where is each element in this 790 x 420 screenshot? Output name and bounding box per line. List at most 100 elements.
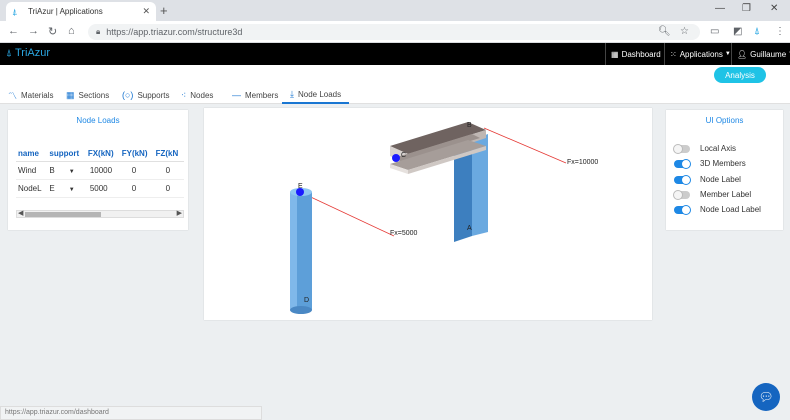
toggle-switch[interactable] <box>674 204 691 215</box>
node-label-d: D <box>304 297 309 304</box>
chat-button[interactable]: 💬︎ <box>752 383 780 411</box>
caret-down-icon[interactable]: ▼ <box>69 187 75 193</box>
toggle-switch[interactable] <box>673 143 690 154</box>
minimize-icon[interactable]: — <box>715 3 725 14</box>
home-icon[interactable]: ⌂ <box>68 25 75 37</box>
nav-user[interactable]: 👤︎ Guillaume ▼ <box>731 43 790 65</box>
nav-applications-label: Applications <box>679 49 723 59</box>
toggle-switch[interactable] <box>674 158 691 169</box>
browser-tab[interactable]: ⍋ TriAzur | Applications ✕ <box>6 2 156 21</box>
node-label-e: E <box>298 183 303 190</box>
address-bar[interactable]: 🔒︎ https://app.triazur.com/structure3d 🔍… <box>88 24 700 40</box>
address-url: https://app.triazur.com/structure3d <box>106 27 242 37</box>
caret-down-icon: ▼ <box>724 51 731 57</box>
table-row: NodeL E ▼ 5000 0 0 <box>16 179 184 198</box>
tab-label: Materials <box>21 90 54 100</box>
cell-fx[interactable]: 5000 <box>85 179 120 198</box>
cast-icon[interactable]: ▭ <box>710 26 719 37</box>
forward-icon[interactable]: → <box>28 25 39 37</box>
app-navbar: ⍋ TriAzur ▦ Dashboard ⁙ Applications ▼ 👤… <box>0 43 790 65</box>
chart-line-icon: 〽 <box>8 90 18 101</box>
option-label: Member Label <box>700 190 752 199</box>
nav-applications[interactable]: ⁙ Applications ▼ <box>664 43 736 65</box>
option-node-label[interactable]: Node Label <box>674 174 741 185</box>
analysis-button[interactable]: Analysis <box>714 67 766 83</box>
browser-toolbar: ← → ↻ ⌂ 🔒︎ https://app.triazur.com/struc… <box>0 21 790 43</box>
new-tab-icon[interactable]: + <box>160 3 168 18</box>
puzzle-icon[interactable]: ◩ <box>733 26 742 37</box>
cell-support[interactable]: B ▼ <box>47 161 86 180</box>
node-label-c: C <box>401 152 406 159</box>
menu-kebab-icon[interactable]: ⋮ <box>775 26 785 37</box>
nav-user-label: Guillaume <box>750 49 787 59</box>
scroll-left-icon[interactable]: ◀ <box>18 209 23 217</box>
node-label-b: B <box>467 122 472 129</box>
tab-sections[interactable]: ▦ Sections <box>66 86 109 104</box>
tab-nodes[interactable]: ⁖ Nodes <box>181 86 213 104</box>
tab-materials[interactable]: 〽 Materials <box>8 86 53 104</box>
window-close-icon[interactable]: ✕ <box>770 3 778 14</box>
grid-icon: ▦ <box>66 89 75 100</box>
cell-fz[interactable]: 0 <box>153 179 184 198</box>
triazur-extension-icon[interactable]: ⍋ <box>754 26 760 37</box>
browser-tab-title: TriAzur | Applications <box>28 7 103 16</box>
option-label: 3D Members <box>700 159 746 168</box>
nav-dashboard[interactable]: ▦ Dashboard <box>605 43 666 65</box>
zoom-icon[interactable]: 🔍︎ <box>658 26 671 37</box>
tab-node-loads[interactable]: ⤓ Node Loads <box>282 86 350 104</box>
column-header[interactable]: name <box>16 146 48 162</box>
3d-viewport[interactable]: B A C E D Fx=10000 Fx=5000 <box>204 108 652 320</box>
table-row: Wind B ▼ 10000 0 0 <box>16 161 184 180</box>
member-de-cylinder[interactable] <box>290 188 312 314</box>
scrollbar-thumb[interactable] <box>25 212 101 217</box>
minus-icon: — <box>232 90 241 100</box>
cell-fx[interactable]: 10000 <box>85 161 120 180</box>
column-header[interactable]: FY(kN) <box>119 146 154 162</box>
node-label-a: A <box>467 225 472 232</box>
back-icon[interactable]: ← <box>8 25 19 37</box>
close-tab-icon[interactable]: ✕ <box>142 6 150 17</box>
horizontal-scrollbar[interactable]: ◀ ▶ <box>16 210 184 218</box>
structure-3d-scene[interactable]: B A C E D Fx=10000 Fx=5000 <box>204 108 652 320</box>
cell-fz[interactable]: 0 <box>153 161 184 180</box>
nav-dashboard-label: Dashboard <box>621 49 661 59</box>
column-header[interactable]: support <box>47 146 86 162</box>
status-bar-url: https://app.triazur.com/dashboard <box>0 406 262 420</box>
cell-fy[interactable]: 0 <box>119 161 154 180</box>
node-loads-table: name support FX(kN) FY(kN) FZ(kN Wind B ▼… <box>16 146 184 198</box>
tab-label: Supports <box>137 90 170 100</box>
tab-label: Nodes <box>190 90 214 100</box>
url-path: /structure3d <box>194 27 243 37</box>
maximize-icon[interactable]: ❐ <box>742 3 751 14</box>
tab-members[interactable]: — Members <box>232 86 278 104</box>
option-3d-members[interactable]: 3D Members <box>674 158 746 169</box>
toggle-switch[interactable] <box>673 189 690 200</box>
brand-name: TriAzur <box>15 47 51 59</box>
cell-name[interactable]: NodeL <box>16 179 48 198</box>
load-line-fx10000 <box>483 127 567 164</box>
option-member-label[interactable]: Member Label <box>673 189 752 200</box>
cell-name[interactable]: Wind <box>16 161 48 180</box>
download-icon: ⤓ <box>290 88 294 99</box>
app-tabs: 〽 Materials ▦ Sections (○) Supports ⁖ No… <box>0 86 790 104</box>
tab-label: Node Loads <box>297 89 342 99</box>
column-header[interactable]: FZ(kN <box>153 146 184 162</box>
option-node-load-label[interactable]: Node Load Label <box>674 204 761 215</box>
toggle-switch[interactable] <box>674 174 691 185</box>
option-local-axis[interactable]: Local Axis <box>673 143 736 154</box>
cell-support[interactable]: E ▼ <box>47 179 86 198</box>
bookmark-star-icon[interactable]: ☆ <box>680 26 689 37</box>
triazur-logo-icon: ⍋ <box>6 47 12 59</box>
brand-logo[interactable]: ⍋ TriAzur <box>6 47 50 59</box>
support-icon: (○) <box>122 90 134 100</box>
tab-supports[interactable]: (○) Supports <box>122 86 169 104</box>
scroll-right-icon[interactable]: ▶ <box>177 209 182 217</box>
node-c-marker[interactable] <box>392 154 400 162</box>
column-header[interactable]: FX(kN) <box>85 146 120 162</box>
table-header-row: name support FX(kN) FY(kN) FZ(kN <box>16 146 184 162</box>
caret-down-icon[interactable]: ▼ <box>69 169 75 175</box>
cell-fy[interactable]: 0 <box>119 179 154 198</box>
option-label: Node Load Label <box>700 205 761 214</box>
reload-icon[interactable]: ↻ <box>48 25 57 38</box>
ui-options-title: UI Options <box>705 116 744 125</box>
